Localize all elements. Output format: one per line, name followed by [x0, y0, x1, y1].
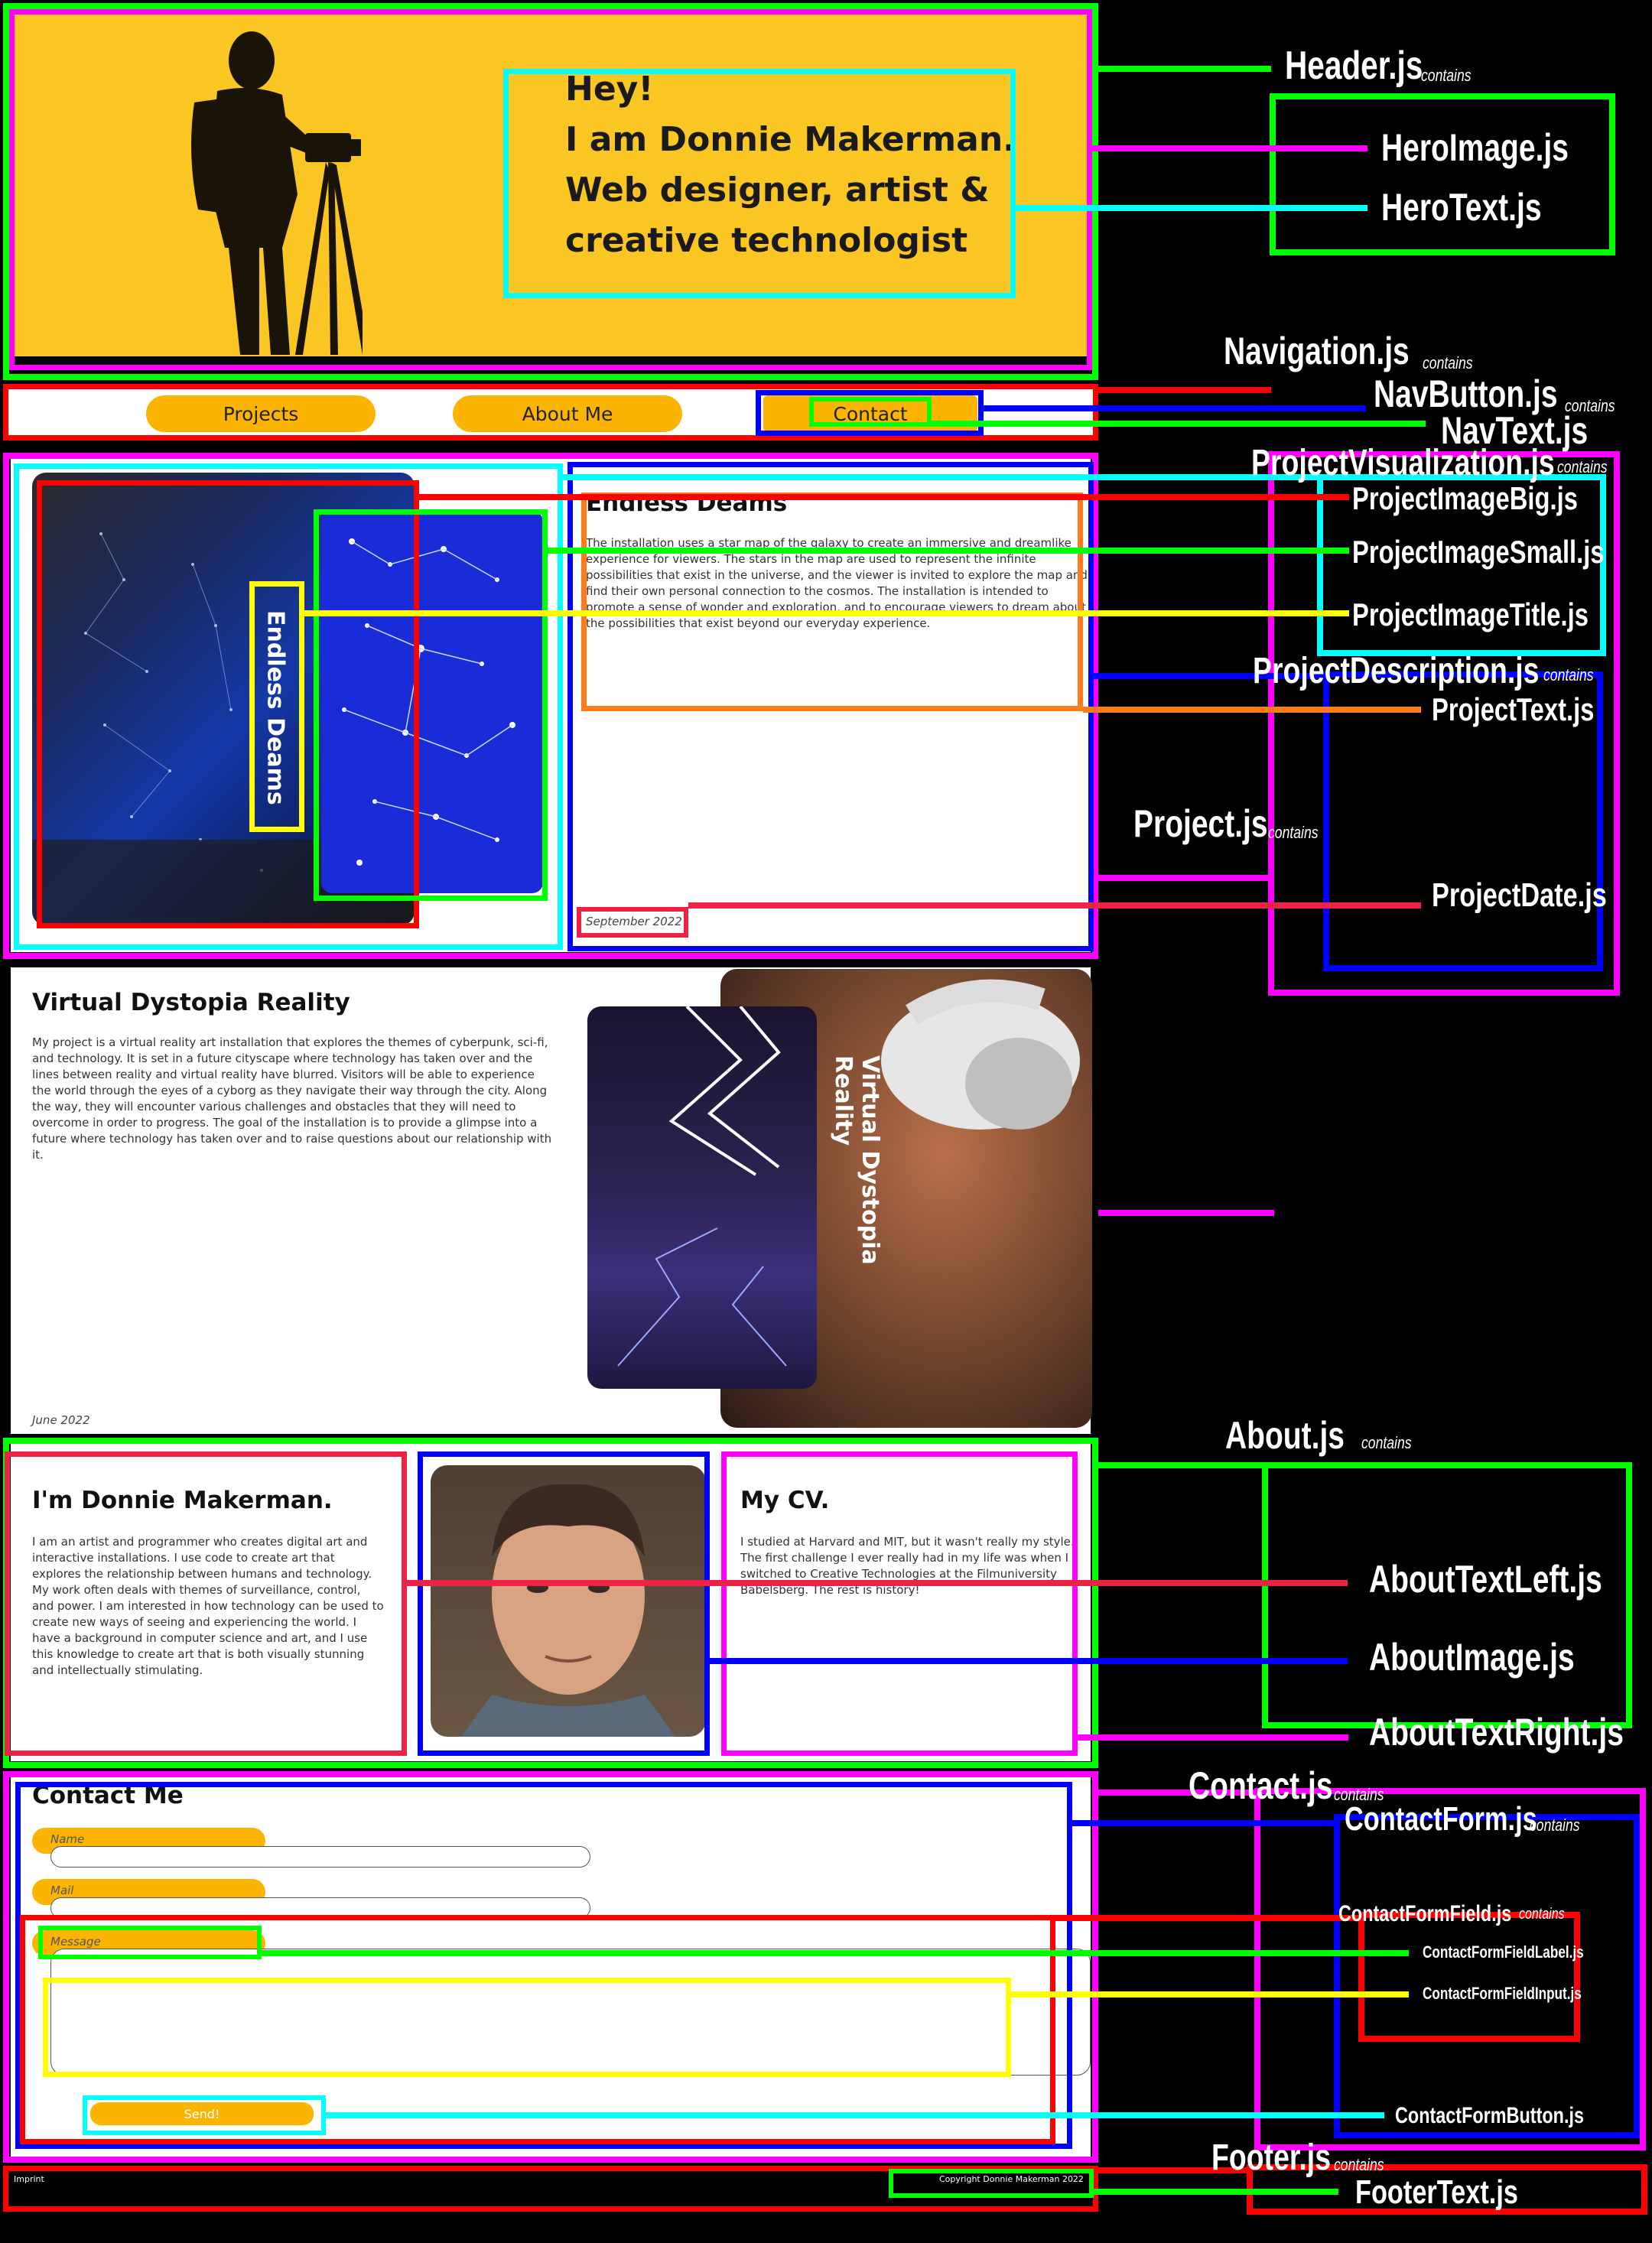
label-project-image-small: ProjectImageSmall.js: [1352, 534, 1605, 570]
label-project-visualization: ProjectVisualization.js: [1251, 443, 1555, 483]
connector-project-visualization: [563, 474, 1317, 480]
group-contact-form-field-contents: [1358, 1912, 1580, 2042]
label-project-contains: contains: [1268, 823, 1319, 842]
label-project-description: ProjectDescription.js: [1253, 651, 1540, 691]
nav-text-contact: Contact: [833, 402, 908, 425]
about-right-title: My CV.: [740, 1487, 830, 1514]
contact-field-message-label: Message: [50, 1935, 101, 1949]
hero-line-3: Web designer, artist &: [565, 171, 990, 210]
project-1-image-title: Endless Deams: [262, 610, 289, 805]
connector-hero-image: [1092, 145, 1367, 151]
hero-line-2: I am Donnie Makerman.: [565, 120, 1016, 159]
label-contact-form-field: ContactFormField.js: [1338, 1901, 1512, 1926]
connector-about: [1098, 1462, 1262, 1468]
project-2-image-title: Virtual Dystopia Reality: [830, 1055, 883, 1265]
label-project-text: ProjectText.js: [1432, 691, 1595, 727]
connector-about-text-left: [407, 1580, 1348, 1586]
connector-project-2: [1098, 1210, 1274, 1216]
project-2-title: Virtual Dystopia Reality: [32, 989, 350, 1016]
label-project-date: ProjectDate.js: [1432, 876, 1607, 914]
footer-copyright: Copyright Donnie Makerman 2022: [939, 2174, 1084, 2184]
label-header: Header.js: [1285, 44, 1423, 88]
label-footer-text: FooterText.js: [1355, 2173, 1518, 2211]
contact-field-name-label: Name: [50, 1832, 85, 1846]
label-contact-form-field-label: ContactFormFieldLabel.js: [1423, 1942, 1584, 1962]
connector-nav-text: [932, 421, 1426, 427]
hero-line-1: Hey!: [565, 70, 654, 109]
about-right-text: I studied at Harvard and MIT, but it was…: [740, 1535, 1075, 1597]
connector-contact-form-field-input: [1011, 1991, 1409, 1998]
label-about-text-left: AboutTextLeft.js: [1369, 1558, 1602, 1601]
connector-contact-form: [1072, 1820, 1334, 1826]
contact-title: Contact Me: [32, 1782, 184, 1809]
label-header-contains: contains: [1421, 66, 1472, 85]
nav-text-about: About Me: [522, 402, 613, 425]
label-project-visualization-contains: contains: [1557, 457, 1608, 476]
label-project-description-contains: contains: [1543, 665, 1594, 684]
label-contact-form: ContactForm.js: [1345, 1800, 1537, 1838]
connector-about-image: [710, 1658, 1348, 1664]
hero-section: Hey! I am Donnie Makerman. Web designer,…: [11, 11, 1091, 356]
label-about-contains: contains: [1361, 1433, 1412, 1452]
label-project-image-big: ProjectImageBig.js: [1352, 480, 1578, 516]
label-contact-form-field-input: ContactFormFieldInput.js: [1423, 1984, 1582, 2003]
about-image: [431, 1465, 706, 1737]
label-contact-form-button: ContactFormButton.js: [1395, 2103, 1584, 2128]
label-hero-image: HeroImage.js: [1381, 126, 1569, 169]
label-navigation-contains: contains: [1423, 353, 1473, 372]
connector-contact-form-field-label: [262, 1950, 1409, 1956]
connector-project-image-big: [419, 494, 1349, 500]
label-about: About.js: [1225, 1414, 1345, 1457]
hero-image: [191, 31, 363, 355]
contact-send-button[interactable]: Send!: [90, 2102, 314, 2125]
project-1-image-small: [321, 511, 543, 893]
label-footer-contains: contains: [1334, 2155, 1384, 2174]
connector-project-text: [1083, 707, 1421, 713]
label-contact-form-contains: contains: [1530, 1816, 1580, 1835]
connector-about-text-right: [1078, 1734, 1348, 1741]
about-left-title: I'm Donnie Makerman.: [32, 1487, 333, 1514]
connector-hero-text: [1016, 205, 1367, 211]
label-project-image-title: ProjectImageTitle.js: [1352, 597, 1589, 632]
footer: [6, 2169, 1095, 2215]
project-2-date: June 2022: [32, 1413, 90, 1427]
label-hero-text: HeroText.js: [1381, 186, 1542, 229]
connector-header: [1098, 66, 1271, 72]
group-header-contents: [1270, 93, 1615, 255]
hero-line-4: creative technologist: [565, 221, 968, 260]
connector-footer-text: [1094, 2189, 1338, 2195]
connector-project: [1098, 875, 1268, 881]
footer-imprint[interactable]: Imprint: [14, 2174, 44, 2184]
portrait-avatar: [461, 1484, 675, 1737]
project-2-image-small: [587, 1006, 817, 1389]
label-navigation: Navigation.js: [1224, 330, 1410, 372]
label-contact: Contact.js: [1189, 1764, 1333, 1807]
connector-project-image-title: [304, 610, 1349, 616]
nav-button-projects[interactable]: Projects: [146, 395, 376, 432]
group-contact-contents: [1254, 1788, 1646, 2150]
connector-contact-form-button: [326, 2112, 1384, 2118]
contact-field-mail-input[interactable]: [50, 1897, 590, 1919]
connector-project-date: [688, 902, 1421, 909]
nav-button-about[interactable]: About Me: [453, 395, 682, 432]
label-about-image: AboutImage.js: [1369, 1636, 1575, 1679]
contact-field-name-input[interactable]: [50, 1846, 590, 1868]
connector-navigation: [1098, 387, 1271, 393]
project-1-date: September 2022: [586, 915, 682, 928]
connector-contact-form-field: [1055, 1915, 1358, 1921]
nav-text-projects: Projects: [223, 402, 299, 425]
connector-nav-button: [984, 405, 1366, 411]
label-about-text-right: AboutTextRight.js: [1369, 1711, 1624, 1754]
label-project: Project.js: [1133, 802, 1268, 845]
contact-field-mail-label: Mail: [50, 1884, 74, 1897]
about-left-text: I am an artist and programmer who create…: [32, 1535, 384, 1677]
label-footer: Footer.js: [1211, 2137, 1332, 2178]
project-2-text: My project is a virtual reality art inst…: [32, 1035, 552, 1162]
contact-field-message-input[interactable]: [50, 1949, 1091, 2076]
group-contact-form-contents: [1334, 1814, 1640, 2138]
label-contact-form-field-contains: contains: [1519, 1906, 1565, 1923]
connector-project-image-small: [548, 548, 1349, 554]
